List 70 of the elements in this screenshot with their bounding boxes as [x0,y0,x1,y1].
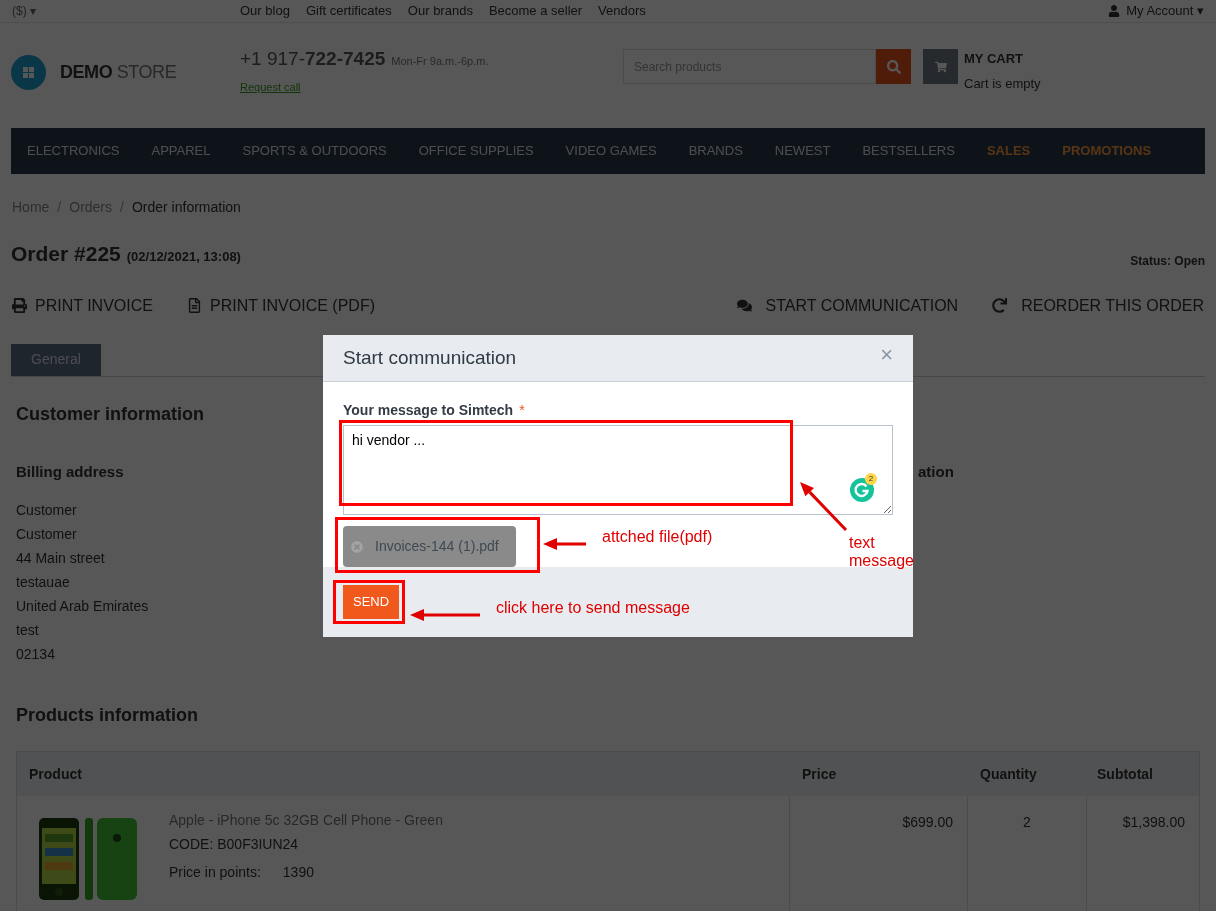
notification-badge: 2 [865,473,877,485]
user-icon [1108,5,1121,17]
annotation-frame [333,580,405,624]
annotation-arrow [410,609,480,621]
annotation-text: click here to send message [496,599,690,617]
breadcrumb-separator: / [57,198,62,217]
cart-status: Cart is empty [964,74,1041,93]
search-icon [886,59,901,74]
top-link[interactable]: Our blog [240,1,290,21]
annotation-text: text message [849,534,915,570]
column-header: Quantity [979,764,1038,784]
grammarly-icon [850,478,874,502]
address-line: Customer [16,525,77,544]
product-code: CODE: B00F3IUN24 [169,835,300,854]
chat-icon [736,298,752,313]
search-button[interactable] [876,49,911,84]
points-value: 1390 [282,863,314,882]
address-line: testauae [16,573,70,592]
section-title: Products information [16,704,198,727]
attachment-chip[interactable]: Invoices-144 (1).pdf [343,526,516,567]
column-header: Price [801,764,838,784]
section-title: Customer information [16,402,204,426]
column-title: ation [918,461,954,482]
column-title: Billing address [16,461,124,482]
phone-number: +1 917-722-7425 [240,47,386,71]
top-link[interactable]: Gift certificates [305,1,392,21]
annotation-text: attched file(pdf) [602,528,713,546]
table-cell: 2 [1023,814,1031,830]
breadcrumb-separator: / [120,198,124,217]
address-line: Customer [16,501,77,520]
breadcrumb-item[interactable]: Order information [131,197,241,218]
cart-title: MY CART [964,50,1024,68]
cart-icon [934,60,947,73]
document-icon [186,298,202,313]
nav-item[interactable]: SALES [986,141,1031,161]
top-link[interactable]: Our brands [407,1,473,21]
currency-selector[interactable]: ($) ▾ [12,2,240,20]
address-line: 02134 [16,645,55,664]
table-cell: $699.00 [902,814,953,830]
action-link[interactable]: START COMMUNICATION [736,293,959,318]
top-link[interactable]: Become a seller [488,1,583,21]
column-header: Product [28,764,83,784]
action-link[interactable]: PRINT INVOICE (PDF) [186,293,375,318]
remove-icon [351,540,363,553]
account-menu[interactable]: My Account ▾ [1108,1,1204,21]
required-mark: * [519,401,525,420]
annotation-arrow [800,482,848,532]
refresh-icon [992,298,1008,313]
close-button[interactable]: × [880,344,893,366]
points-label: Price in points: [169,863,261,882]
action-link[interactable]: REORDER THIS ORDER [992,293,1204,318]
send-button[interactable]: SEND [343,585,400,619]
top-link[interactable]: Vendors [598,1,646,21]
order-date: (02/12/2021, 13:08) [126,248,241,266]
table-cell: $1,398.00 [1122,814,1185,830]
address-line: United Arab Emirates [16,597,149,616]
action-link[interactable]: PRINT INVOICE [12,293,153,318]
nav-item[interactable]: PROMOTIONS [1062,141,1152,161]
annotation-arrow [543,538,586,550]
address-line: 44 Main street [16,549,105,568]
field-label: Your message to Simtech [343,401,514,420]
address-line: test [16,621,39,640]
printer-icon [12,298,27,313]
column-header: Subtotal [1096,764,1153,784]
request-call-link[interactable]: Request call [240,80,301,93]
cart-button[interactable] [923,49,958,84]
dialog-title: Start communication [343,345,517,370]
order-status: Status: Open [1130,252,1205,270]
order-title: Order #225 [11,241,121,267]
logo-icon [11,55,46,90]
